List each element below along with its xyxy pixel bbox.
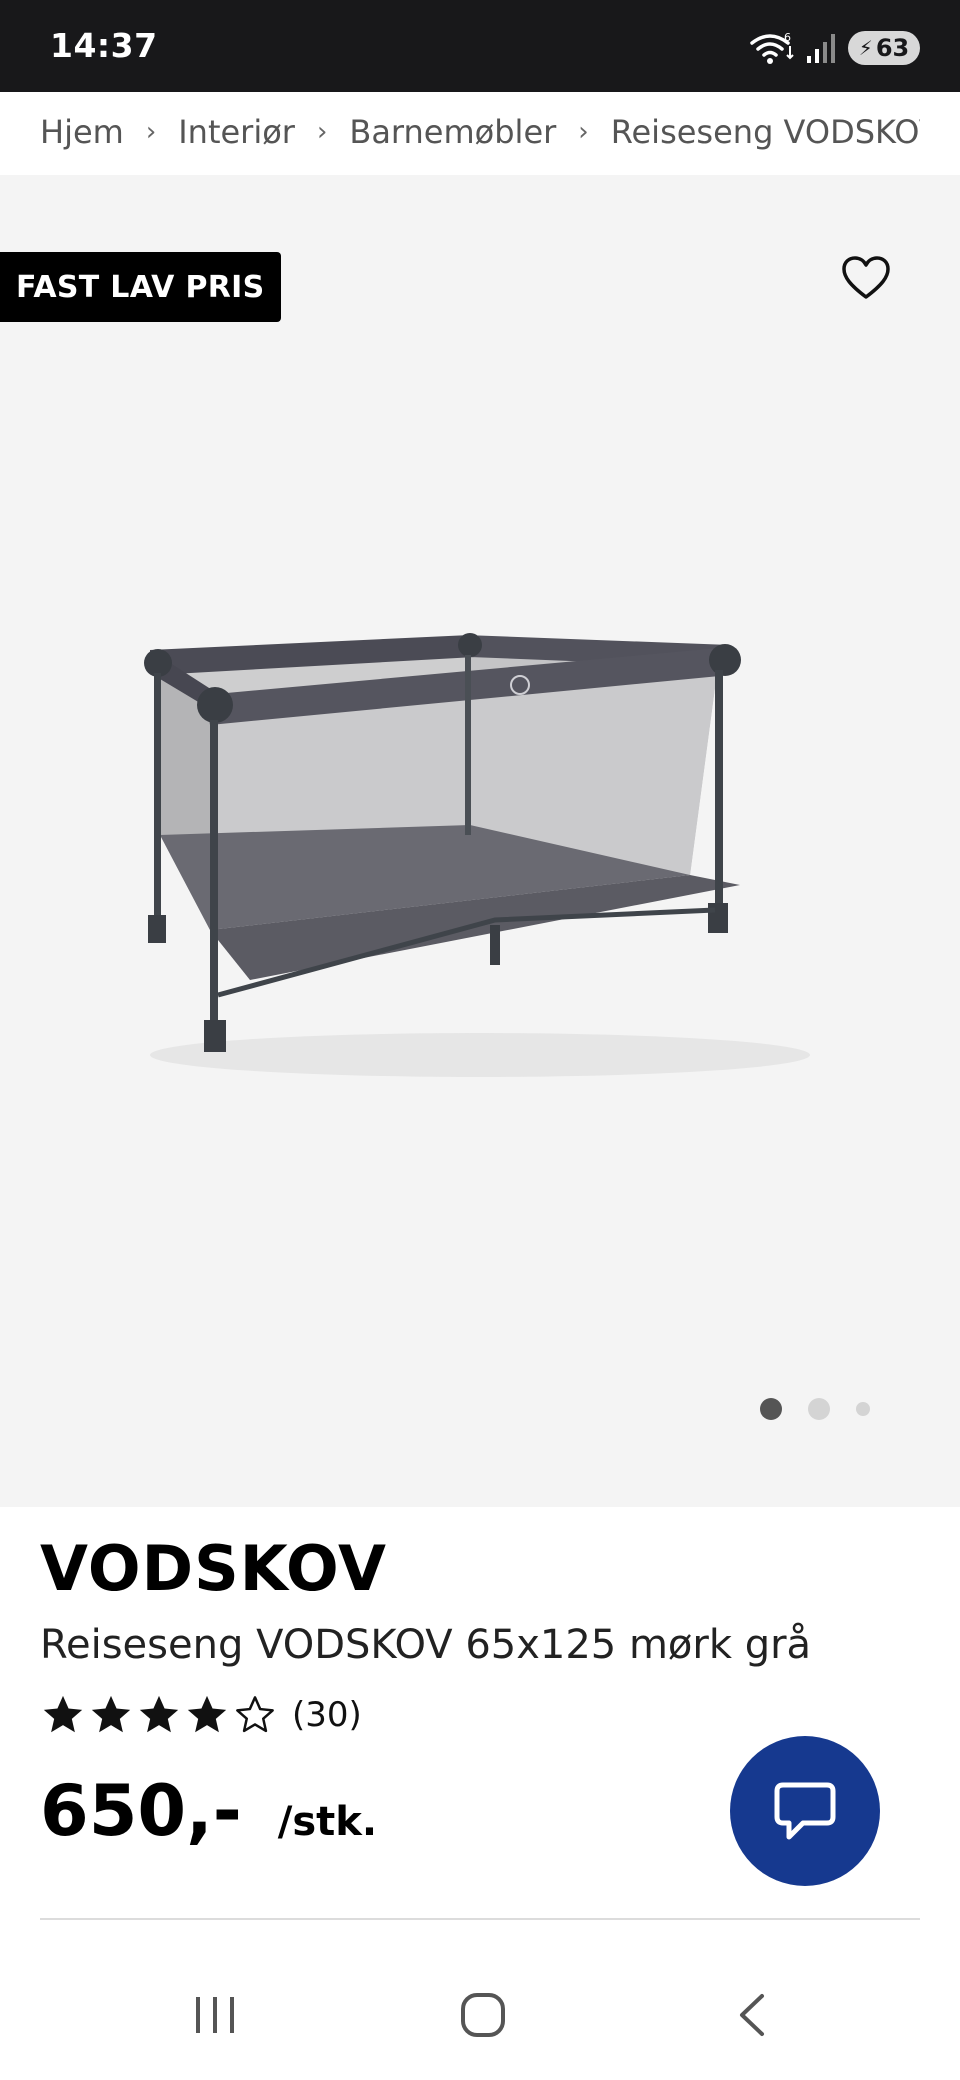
breadcrumb-item-childrens-furniture[interactable]: Barnemøbler <box>349 113 556 151</box>
status-time: 14:37 <box>50 26 158 65</box>
back-icon <box>740 1994 764 2036</box>
svg-text:6: 6 <box>784 31 791 44</box>
status-bar: 14:37 6 ⚡ 63 <box>0 0 960 92</box>
star-filled-icon <box>139 1695 179 1733</box>
star-empty-icon <box>236 1696 274 1733</box>
status-icons: 6 ⚡ 63 <box>750 28 920 68</box>
pagination-dot-3[interactable] <box>856 1402 870 1416</box>
home-icon <box>461 1993 505 2037</box>
breadcrumb-item-home[interactable]: Hjem <box>40 113 124 151</box>
recent-apps-icon <box>196 1997 234 2033</box>
breadcrumb: Hjem › Interiør › Barnemøbler › Reisesen… <box>40 92 920 172</box>
breadcrumb-item-interior[interactable]: Interiør <box>178 113 295 151</box>
chevron-right-icon: › <box>578 117 589 147</box>
wifi-icon: 6 <box>750 31 794 65</box>
price-unit: /stk. <box>277 1799 378 1845</box>
recent-apps-button[interactable] <box>175 1980 255 2050</box>
review-count[interactable]: (30) <box>292 1695 362 1735</box>
chat-bubble-icon <box>774 1782 836 1840</box>
pagination-dot-2[interactable] <box>808 1398 830 1420</box>
star-filled-icon <box>43 1695 83 1733</box>
battery-icon: ⚡ 63 <box>848 31 920 65</box>
system-navigation-bar <box>0 1950 960 2080</box>
pagination-dot-1[interactable] <box>760 1398 782 1420</box>
price-value: 650,- <box>40 1770 242 1852</box>
battery-level: 63 <box>875 34 910 62</box>
chevron-right-icon: › <box>145 117 157 147</box>
signal-icon <box>806 32 836 64</box>
product-rating[interactable]: (30) <box>40 1692 362 1738</box>
product-name: Reiseseng VODSKOV 65x125 mørk grå <box>40 1622 812 1668</box>
star-filled-icon <box>187 1695 227 1733</box>
star-filled-icon <box>91 1695 131 1733</box>
price-badge: FAST LAV PRIS <box>0 252 281 322</box>
breadcrumb-item-current: Reiseseng VODSKOV 65x125 mørk grå <box>610 113 920 151</box>
chat-button[interactable] <box>730 1736 880 1886</box>
charging-icon: ⚡ <box>858 36 873 60</box>
product-price: 650,- /stk. <box>40 1770 377 1852</box>
product-gallery[interactable]: FAST LAV PRIS <box>0 175 960 1507</box>
product-brand: VODSKOV <box>40 1532 388 1605</box>
product-image-travel-cot <box>130 585 830 1105</box>
favorite-heart-icon[interactable] <box>840 253 892 305</box>
chevron-right-icon: › <box>316 117 328 147</box>
gallery-pagination <box>760 1397 870 1421</box>
back-button[interactable] <box>712 1980 792 2050</box>
home-button[interactable] <box>443 1980 523 2050</box>
divider <box>40 1918 920 1920</box>
